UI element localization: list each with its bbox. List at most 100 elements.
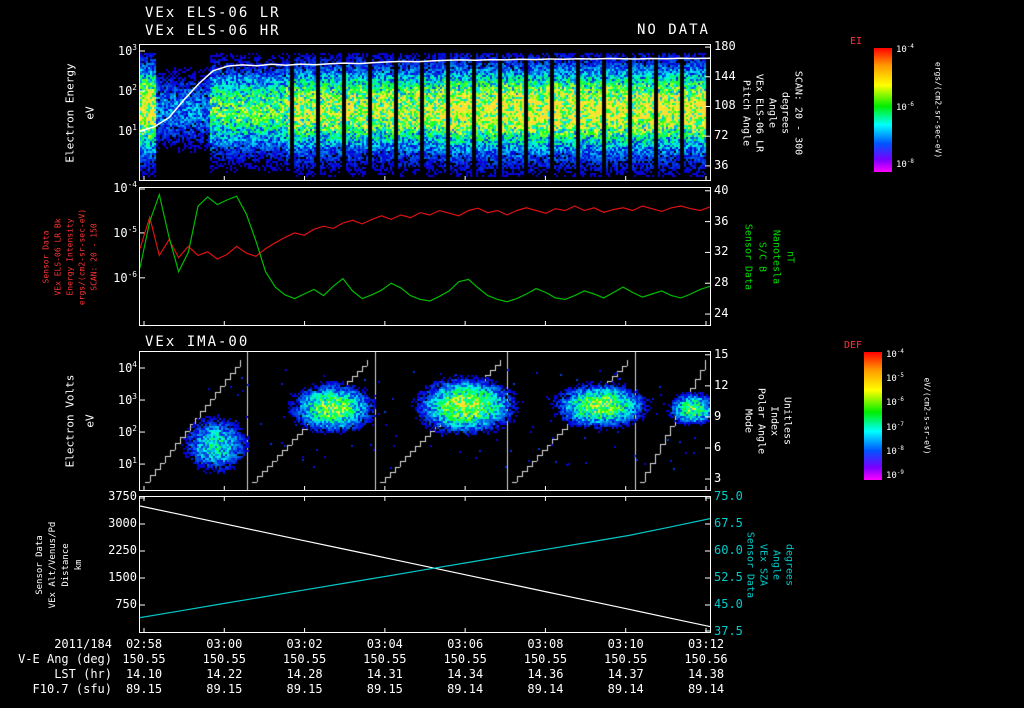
- colorbar-title-ei: EI: [850, 36, 863, 47]
- alt_and_sza-left-tick-label: 3000: [108, 516, 137, 530]
- time-tick-label: 03:10: [607, 637, 644, 651]
- alt_and_sza-left-tick-label: 750: [115, 597, 137, 611]
- title-els-lr: VEx ELS-06 LR: [145, 5, 281, 21]
- alt_and_sza-right-tick-label: 37.5: [714, 624, 743, 638]
- table-cell-value: 150.55: [604, 652, 648, 666]
- time-tick-label: 03:00: [206, 637, 243, 651]
- els_energy_spectrogram-right-axis-title: VEx ELS-06 LR: [753, 73, 765, 152]
- time-tick-label: 03:02: [286, 637, 323, 651]
- table-cell-value: 89.14: [687, 682, 725, 696]
- els_energy_spectrogram-right-tick-label: 36: [714, 157, 729, 172]
- ima_spectrogram-left-axis-title: Electron Volts: [63, 374, 77, 468]
- time-tick-label: 03:04: [366, 637, 403, 651]
- ima_spectrogram-right-tick-label: 15: [714, 346, 729, 361]
- no-data-label: NO DATA: [636, 22, 710, 38]
- alt_and_sza-left-axis-title: km: [74, 559, 84, 570]
- ima_spectrogram-left-axis-title: eV: [83, 414, 97, 428]
- els_intensity_and_b-right-tick-label: 24: [714, 306, 729, 321]
- table-row-label: F10.7 (sfu): [32, 682, 112, 696]
- table-cell-value: 89.15: [366, 682, 403, 696]
- colorbar-tick-label: 10-8: [886, 445, 904, 457]
- els_energy_spectrogram-left-axis-title: Electron Energy: [63, 62, 77, 163]
- els_intensity_and_b-left-tick-label: 10-6: [113, 269, 137, 285]
- table-cell-value: 14.38: [687, 667, 725, 681]
- table-cell-value: 14.10: [125, 667, 163, 681]
- els_intensity_and_b-right-axis-title: Sensor Data: [742, 223, 754, 290]
- colorbar-tick-label: 10-6: [886, 397, 904, 409]
- els_energy_spectrogram-right-tick-label: 180: [714, 39, 736, 54]
- title-els-hr: VEx ELS-06 HR: [145, 23, 281, 39]
- alt_and_sza-right-tick-label: 45.0: [714, 597, 743, 611]
- els_energy_spectrogram-left-tick-label: 103: [117, 43, 137, 58]
- colorbar-units: eV/(cm2-s-sr-eV): [922, 377, 932, 455]
- ima_spectrogram-left-tick-label: 102: [117, 424, 137, 440]
- alt_and_sza-right-axis-title: VEx SZA: [757, 543, 769, 586]
- ima_spectrogram-ticks-svg: [140, 354, 710, 490]
- alt_and_sza-right-axis-title: Angle: [770, 549, 782, 580]
- els_intensity_and_b-left-axis-title: VEx ELS-06 LR Bk: [53, 217, 63, 296]
- els_intensity_and_b-left-axis-title: SCAN: 20 - 150: [89, 222, 99, 291]
- table-cell-value: 89.15: [206, 682, 243, 696]
- table-cell-value: 150.55: [363, 652, 407, 666]
- table-cell-value: 14.37: [607, 667, 644, 681]
- time-tick-label: 03:08: [527, 637, 564, 651]
- els_intensity_and_b-right-axis-title: Nanotesla: [770, 229, 782, 284]
- table-cell-value: 150.55: [443, 652, 487, 666]
- els-intensity-line: [140, 205, 710, 260]
- table-cell-value: 150.55: [523, 652, 568, 666]
- els-overlay-trace: [140, 57, 710, 132]
- alt_and_sza-right-axis-title: Sensor Data: [744, 531, 756, 598]
- ima_spectrogram-panel: [139, 351, 711, 491]
- colorbar-ei: [874, 48, 892, 172]
- table-cell-value: 14.31: [366, 667, 403, 681]
- table-cell-value: 14.22: [206, 667, 243, 681]
- time-tick-label: 03:12: [687, 637, 725, 651]
- alt_and_sza-right-tick-label: 67.5: [714, 516, 743, 530]
- table-cell-value: 89.15: [125, 682, 163, 696]
- ima_spectrogram-left-tick-label: 104: [117, 360, 137, 375]
- els_intensity_and_b-ticks-svg: [140, 188, 710, 325]
- colorbar-tick-label: 10-4: [896, 44, 914, 56]
- ima_spectrogram-right-axis-title: Polar Angle: [755, 387, 767, 455]
- els_energy_spectrogram-panel: [139, 44, 711, 181]
- table-cell-value: 14.34: [447, 667, 484, 681]
- els_intensity_and_b-left-tick-label: 10-5: [113, 224, 137, 240]
- alt_and_sza-ticks-svg: [140, 497, 710, 632]
- colorbar-tick-label: 10-8: [896, 158, 914, 170]
- els_energy_spectrogram-right-axis-title: Angle: [766, 97, 778, 128]
- els_intensity_and_b-right-tick-label: 40: [714, 182, 729, 197]
- ima_spectrogram-right-axis-title: Mode: [742, 408, 754, 434]
- time-tick-label: 02:58: [125, 637, 163, 651]
- els_energy_spectrogram-right-axis-title: degrees: [779, 91, 791, 134]
- ima_spectrogram-left-tick-label: 101: [117, 456, 137, 472]
- els_energy_spectrogram-right-axis-title: SCAN: 20 - 300: [792, 70, 804, 155]
- vex-altitude-line: [140, 505, 710, 628]
- table-cell-value: 89.15: [286, 682, 323, 696]
- els_energy_spectrogram-left-tick-label: 101: [117, 123, 137, 139]
- els_energy_spectrogram-left-tick-label: 102: [117, 83, 137, 99]
- ima_spectrogram-right-tick-label: 3: [714, 471, 722, 486]
- alt_and_sza-left-axis-title: Sensor Data: [35, 534, 45, 595]
- table-row-label: V-E Ang (deg): [18, 652, 112, 666]
- els_energy_spectrogram-right-axis-title: Pitch Angle: [740, 79, 752, 146]
- els_intensity_and_b-panel: [139, 187, 711, 326]
- ima_spectrogram-right-axis-title: Index: [768, 405, 780, 437]
- sc-b-field-line: [140, 192, 710, 303]
- ima_spectrogram-right-tick-label: 6: [714, 439, 722, 454]
- alt_and_sza-left-tick-label: 2250: [108, 543, 137, 557]
- table-cell-value: 150.56: [684, 652, 728, 666]
- colorbar-title-def: DEF: [844, 340, 863, 351]
- els_intensity_and_b-right-axis-title: S/C B: [756, 241, 768, 272]
- table-cell-value: 150.55: [282, 652, 327, 666]
- els_energy_spectrogram-left-axis-title: eV: [83, 105, 97, 120]
- colorbar-def: [864, 352, 882, 480]
- table-cell-value: 89.14: [527, 682, 564, 696]
- colorbar-tick-label: 10-7: [886, 421, 904, 433]
- colorbar-tick-label: 10-4: [886, 348, 904, 360]
- vex-sza-line: [140, 518, 710, 619]
- table-cell-value: 89.14: [607, 682, 644, 696]
- alt_and_sza-left-axis-title: VEx Alt/Venus/Pd: [48, 521, 58, 608]
- ima_spectrogram-right-tick-label: 12: [714, 377, 729, 392]
- colorbar-units: ergs/(cm2-sr-sec-eV): [933, 61, 943, 159]
- ima_spectrogram-right-axis-title: Unitless: [781, 396, 793, 446]
